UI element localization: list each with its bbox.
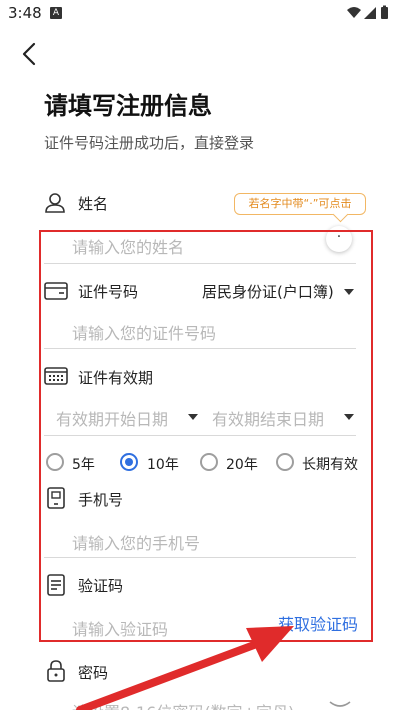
annotation-arrow (76, 626, 294, 710)
